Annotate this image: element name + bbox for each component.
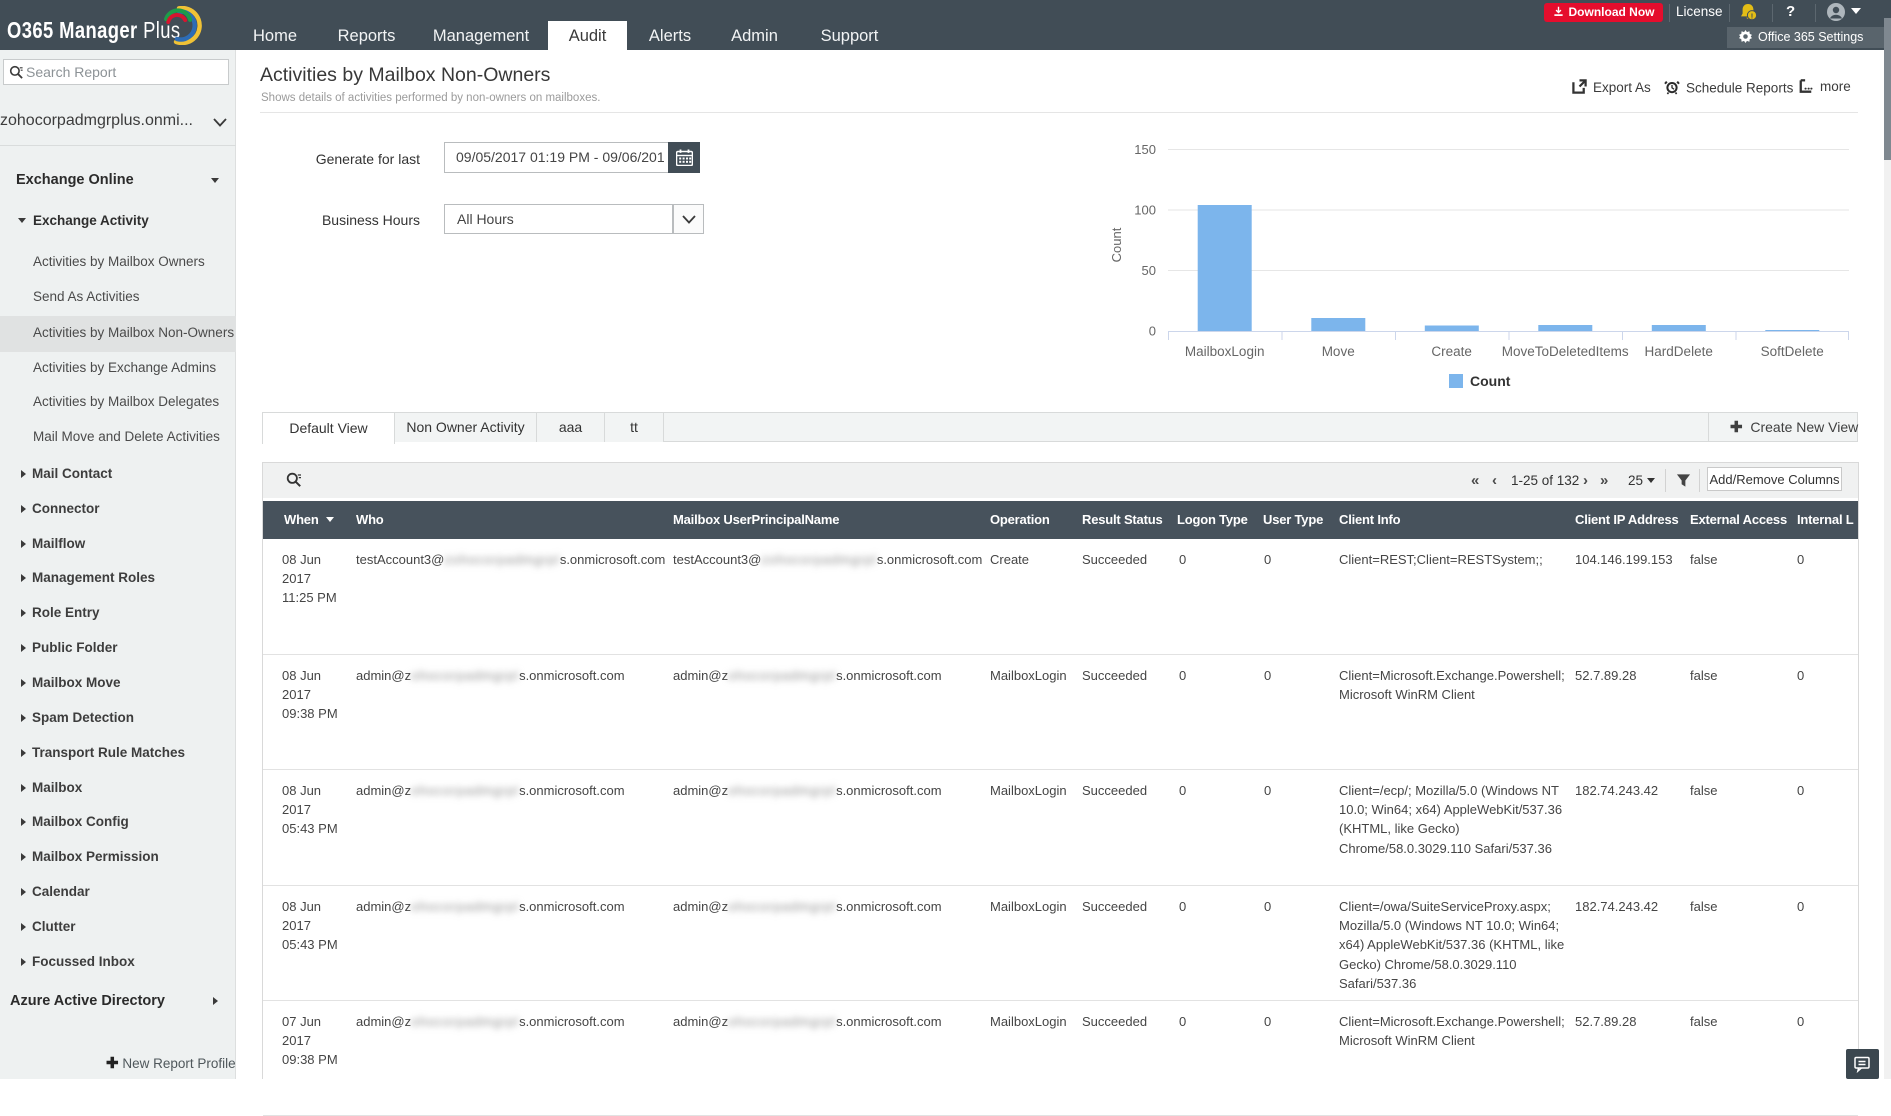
svg-text:MailboxLogin: MailboxLogin [1185, 344, 1265, 359]
svg-text:Count: Count [1470, 373, 1511, 389]
svg-text:Create: Create [1431, 344, 1472, 359]
svg-text:100: 100 [1134, 203, 1156, 218]
svg-text:0: 0 [1149, 324, 1156, 339]
svg-text:Move: Move [1322, 344, 1355, 359]
svg-text:SoftDelete: SoftDelete [1761, 344, 1824, 359]
svg-text:150: 150 [1134, 142, 1156, 157]
svg-text:!: ! [1751, 12, 1754, 21]
svg-text:MoveToDeletedItems: MoveToDeletedItems [1502, 344, 1629, 359]
svg-text:50: 50 [1142, 263, 1156, 278]
svg-text:Count: Count [1110, 227, 1124, 262]
svg-text:HardDelete: HardDelete [1645, 344, 1713, 359]
